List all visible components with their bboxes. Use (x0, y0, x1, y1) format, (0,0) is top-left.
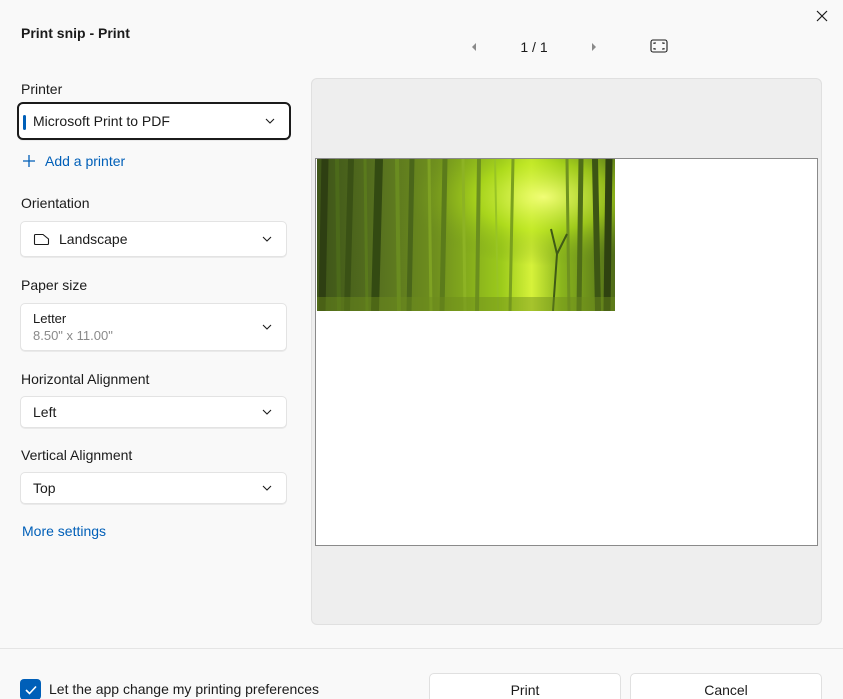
focus-accent (23, 115, 26, 130)
close-icon (816, 10, 828, 22)
horizontal-alignment-label: Horizontal Alignment (21, 371, 150, 387)
printer-value: Microsoft Print to PDF (33, 113, 170, 129)
paper-size-label: Paper size (21, 277, 88, 293)
chevron-down-icon (265, 118, 275, 124)
printer-dropdown[interactable]: Microsoft Print to PDF (17, 102, 291, 140)
vertical-alignment-dropdown[interactable]: Top (20, 472, 287, 504)
triangle-right-icon (592, 43, 596, 51)
horizontal-alignment-dropdown[interactable]: Left (20, 396, 287, 428)
paper-size-value: Letter (33, 311, 67, 326)
vertical-alignment-value: Top (33, 480, 56, 496)
previous-page-button[interactable] (460, 36, 488, 58)
window-title: Print snip - Print (21, 25, 130, 41)
chevron-down-icon (262, 324, 272, 330)
add-printer-label: Add a printer (45, 153, 126, 169)
preview-page (315, 158, 818, 546)
orientation-value: Landscape (59, 231, 128, 247)
add-printer-link[interactable]: Add a printer (22, 153, 125, 169)
printing-preferences-checkbox[interactable] (20, 679, 41, 699)
chevron-down-icon (262, 236, 272, 242)
cancel-button[interactable]: Cancel (630, 673, 822, 699)
plus-icon (23, 155, 35, 167)
fit-page-button[interactable] (648, 36, 670, 56)
checkmark-icon (24, 685, 37, 695)
chevron-down-icon (262, 409, 272, 415)
close-button[interactable] (806, 2, 838, 30)
fit-page-icon (650, 39, 668, 53)
snip-image (317, 159, 615, 311)
orientation-label: Orientation (21, 195, 90, 211)
print-button[interactable]: Print (429, 673, 621, 699)
chevron-down-icon (262, 485, 272, 491)
printer-label: Printer (21, 81, 63, 97)
triangle-left-icon (472, 43, 476, 51)
landscape-page-icon (33, 233, 50, 245)
bamboo-forest-image (317, 159, 615, 311)
paper-size-dropdown[interactable]: Letter 8.50" x 11.00" (20, 303, 287, 351)
vertical-alignment-label: Vertical Alignment (21, 447, 133, 463)
horizontal-alignment-value: Left (33, 404, 57, 420)
next-page-button[interactable] (580, 36, 608, 58)
more-settings-link[interactable]: More settings (22, 523, 106, 539)
paper-size-detail: 8.50" x 11.00" (33, 328, 113, 343)
printing-preferences-label: Let the app change my printing preferenc… (49, 681, 320, 697)
page-navigator: 1 / 1 (460, 36, 608, 58)
page-indicator: 1 / 1 (520, 39, 548, 55)
orientation-dropdown[interactable]: Landscape (20, 221, 287, 257)
footer-divider (0, 648, 843, 649)
